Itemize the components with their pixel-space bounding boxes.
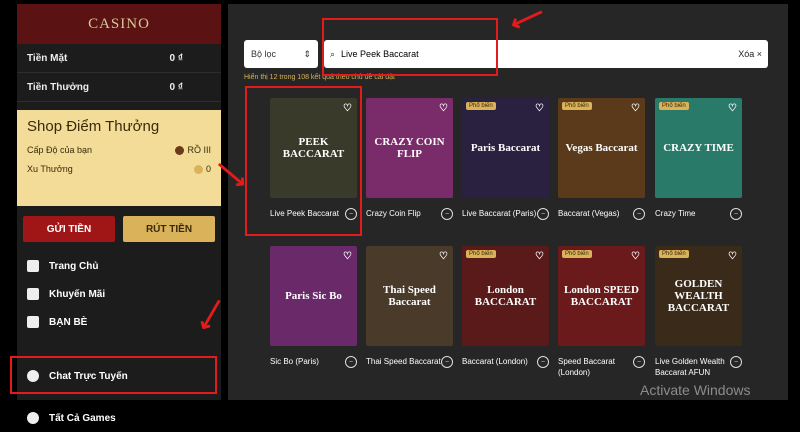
level-row: Cấp Độ của bạn RỒ III xyxy=(27,145,211,155)
popular-badge: Phổ biến xyxy=(659,102,689,110)
game-thumbnail[interactable]: Phổ biến ♡ London SPEED BACCARAT xyxy=(558,246,645,346)
game-art-text: Thai Speed Baccarat xyxy=(383,284,436,308)
game-card[interactable]: ♡ CRAZY COIN FLIP Crazy Coin Flip − xyxy=(366,98,453,220)
game-art-text: London SPEED BACCARAT xyxy=(564,284,639,308)
game-card[interactable]: Phổ biến ♡ London SPEED BACCARAT Speed Bacc… xyxy=(558,246,645,378)
reward-shop-panel[interactable]: Shop Điểm Thưởng Cấp Độ của bạn RỒ III X… xyxy=(17,110,221,206)
nav-label: Tất Cả Games xyxy=(49,412,116,424)
game-thumbnail[interactable]: ♡ Thai Speed Baccarat xyxy=(366,246,453,346)
withdraw-button[interactable]: RÚT TIỀN xyxy=(123,216,215,242)
popular-badge: Phổ biến xyxy=(659,250,689,258)
bonus-balance-row: Tiền Thưởng 0 ₫ xyxy=(17,73,221,102)
game-name: Speed Baccarat (London) xyxy=(558,357,615,377)
heart-icon[interactable]: ♡ xyxy=(439,251,448,262)
more-options-icon[interactable]: − xyxy=(441,356,453,368)
game-thumbnail[interactable]: Phổ biến ♡ CRAZY TIME xyxy=(655,98,742,198)
popular-badge: Phổ biến xyxy=(562,102,592,110)
game-card[interactable]: ♡ Thai Speed Baccarat Thai Speed Baccarat − xyxy=(366,246,453,368)
game-thumbnail[interactable]: Phổ biến ♡ Paris Baccarat xyxy=(462,98,549,198)
heart-icon[interactable]: ♡ xyxy=(728,103,737,114)
more-options-icon[interactable]: − xyxy=(537,356,549,368)
nav-label: BẠN BÈ xyxy=(49,316,88,328)
level-label: Cấp Độ của bạn xyxy=(27,145,93,155)
nav-item-home[interactable]: Trang Chủ xyxy=(17,252,221,280)
game-thumbnail[interactable]: Phổ biến ♡ GOLDEN WEALTH BACCARAT xyxy=(655,246,742,346)
updown-icon: ⇕ xyxy=(303,48,311,59)
deposit-button[interactable]: GỬI TIỀN xyxy=(23,216,115,242)
heart-icon[interactable]: ♡ xyxy=(631,103,640,114)
level-badge-icon xyxy=(175,145,185,155)
game-art-text: Paris Baccarat xyxy=(470,142,541,154)
more-options-icon[interactable]: − xyxy=(633,356,645,368)
more-options-icon[interactable]: − xyxy=(730,208,742,220)
filter-label: Bộ lọc xyxy=(251,49,277,59)
game-art-text: CRAZY TIME xyxy=(663,142,734,154)
game-art-text: GOLDEN WEALTH BACCARAT xyxy=(667,278,730,314)
level-value: RỒ III xyxy=(187,145,211,155)
more-options-icon[interactable]: − xyxy=(345,356,357,368)
game-name: Live Golden Wealth Baccarat AFUN xyxy=(655,357,725,377)
games-icon xyxy=(27,412,39,424)
game-name: Crazy Coin Flip xyxy=(366,209,421,218)
game-card[interactable]: Phổ biến ♡ London BACCARAT Baccarat (London… xyxy=(462,246,549,368)
game-card[interactable]: Phổ biến ♡ Paris Baccarat Live Baccarat (Pa… xyxy=(462,98,549,220)
game-art-text: Paris Sic Bo xyxy=(285,290,342,302)
game-thumbnail[interactable]: Phổ biến ♡ Vegas Baccarat xyxy=(558,98,645,198)
more-options-icon[interactable]: − xyxy=(441,208,453,220)
nav-label: Trang Chủ xyxy=(49,260,99,272)
popular-badge: Phổ biến xyxy=(562,250,592,258)
game-card[interactable]: ♡ Paris Sic Bo Sic Bo (Paris) − xyxy=(270,246,357,368)
more-options-icon[interactable]: − xyxy=(537,208,549,220)
nav-item-promotions[interactable]: Khuyến Mãi xyxy=(17,280,221,308)
sidebar: CASINO Tiền Mặt 0 ₫ Tiền Thưởng 0 ₫ Shop… xyxy=(17,4,221,424)
nav-label: Khuyến Mãi xyxy=(49,288,106,300)
clear-search-button[interactable]: Xóa × xyxy=(738,49,762,59)
game-thumbnail[interactable]: Phổ biến ♡ London BACCARAT xyxy=(462,246,549,346)
game-name: Live Baccarat (Paris) xyxy=(462,209,537,218)
highlight-box-all-games xyxy=(10,356,217,394)
shop-title: Shop Điểm Thưởng xyxy=(27,118,160,135)
bonus-value: 0 ₫ xyxy=(169,81,183,93)
heart-icon[interactable]: ♡ xyxy=(343,251,352,262)
friends-icon xyxy=(27,316,39,328)
points-label: Xu Thưởng xyxy=(27,164,73,174)
game-card[interactable]: Phổ biến ♡ Vegas Baccarat Baccarat (Vegas) − xyxy=(558,98,645,220)
game-name: Baccarat (Vegas) xyxy=(558,209,620,218)
game-thumbnail[interactable]: ♡ Paris Sic Bo xyxy=(270,246,357,346)
news-icon xyxy=(27,288,39,300)
heart-icon[interactable]: ♡ xyxy=(535,103,544,114)
game-card[interactable]: Phổ biến ♡ CRAZY TIME Crazy Time − xyxy=(655,98,742,220)
more-options-icon[interactable]: − xyxy=(633,208,645,220)
points-row: Xu Thưởng 0 xyxy=(27,164,211,174)
game-art-text: London BACCARAT xyxy=(474,284,537,308)
game-name: Thai Speed Baccarat xyxy=(366,357,441,366)
coin-icon xyxy=(193,164,203,174)
game-name: Sic Bo (Paris) xyxy=(270,357,319,366)
home-icon xyxy=(27,260,39,272)
cash-value: 0 ₫ xyxy=(169,52,183,64)
highlight-box-game xyxy=(245,86,362,236)
game-art-text: Vegas Baccarat xyxy=(565,142,638,154)
logo-text: CASINO xyxy=(88,15,150,32)
filter-select[interactable]: Bộ lọc ⇕ xyxy=(244,40,318,68)
cash-label: Tiền Mặt xyxy=(27,52,68,64)
heart-icon[interactable]: ♡ xyxy=(631,251,640,262)
game-name: Baccarat (London) xyxy=(462,357,528,366)
game-name: Crazy Time xyxy=(655,209,696,218)
casino-logo[interactable]: CASINO xyxy=(17,4,221,44)
game-art-text: CRAZY COIN FLIP xyxy=(374,136,445,160)
highlight-box-search xyxy=(322,18,498,76)
popular-badge: Phổ biến xyxy=(466,102,496,110)
game-thumbnail[interactable]: ♡ CRAZY COIN FLIP xyxy=(366,98,453,198)
bonus-label: Tiền Thưởng xyxy=(27,81,89,93)
more-options-icon[interactable]: − xyxy=(730,356,742,368)
heart-icon[interactable]: ♡ xyxy=(439,103,448,114)
nav-item-all-games[interactable]: Tất Cả Games xyxy=(17,404,221,432)
cash-balance-row: Tiền Mặt 0 ₫ xyxy=(17,44,221,73)
windows-watermark: Activate Windows xyxy=(640,382,751,398)
heart-icon[interactable]: ♡ xyxy=(535,251,544,262)
game-card[interactable]: Phổ biến ♡ GOLDEN WEALTH BACCARAT Live Gold… xyxy=(655,246,742,378)
popular-badge: Phổ biến xyxy=(466,250,496,258)
heart-icon[interactable]: ♡ xyxy=(728,251,737,262)
